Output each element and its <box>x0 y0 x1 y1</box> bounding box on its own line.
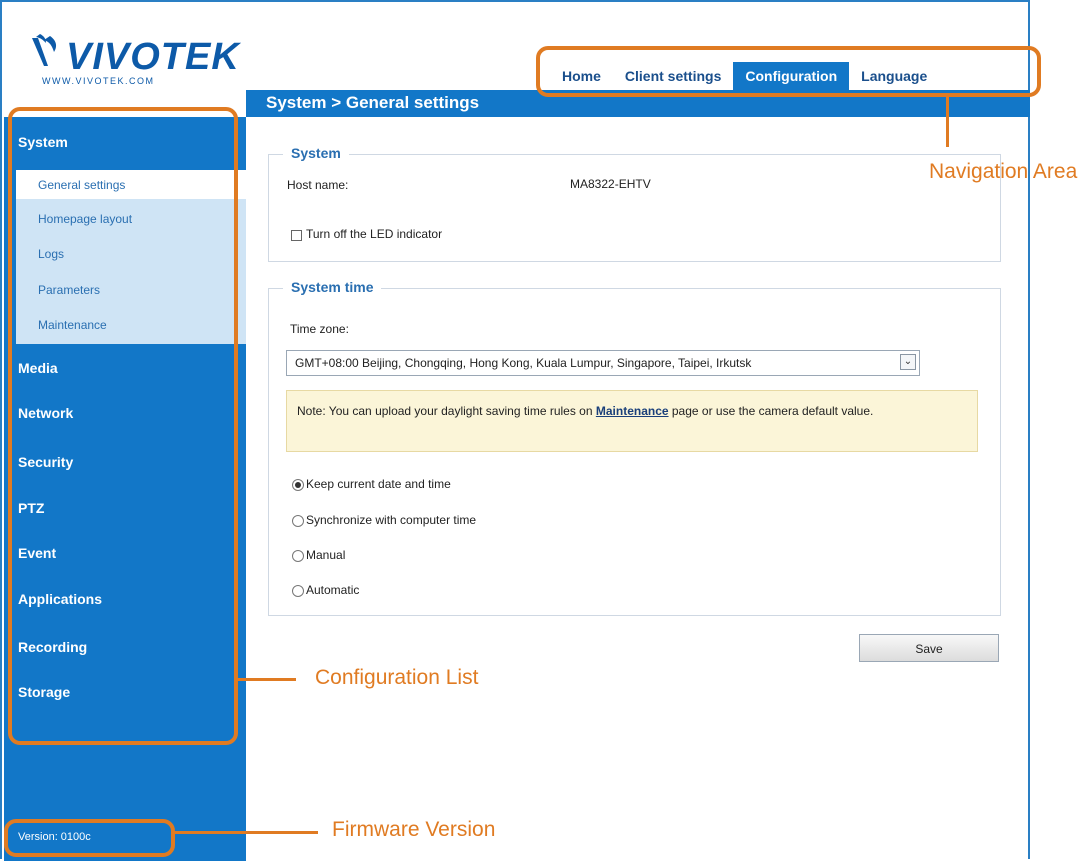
option-manual-label: Manual <box>306 548 346 562</box>
firmware-version-callout-line <box>175 831 318 834</box>
led-label: Turn off the LED indicator <box>306 227 443 241</box>
configuration-list-callout-box <box>8 107 238 745</box>
navigation-area-callout-box <box>536 46 1041 97</box>
time-zone-select[interactable]: GMT+08:00 Beijing, Chongqing, Hong Kong,… <box>286 350 920 376</box>
host-name-label: Host name: <box>287 178 349 192</box>
vivotek-logo: VIVOTEK WWW.VIVOTEK.COM <box>30 30 239 86</box>
navigation-area-callout-line <box>946 97 949 147</box>
radio-sync-computer[interactable] <box>292 515 304 527</box>
dst-note-text: Note: You can upload your daylight savin… <box>297 401 957 422</box>
save-button[interactable]: Save <box>859 634 999 662</box>
option-sync-computer-label: Synchronize with computer time <box>306 513 477 527</box>
breadcrumb: System > General settings <box>266 93 480 112</box>
time-zone-label: Time zone: <box>290 322 349 336</box>
logo-wordmark: VIVOTEK <box>66 36 240 78</box>
dst-note: Note: You can upload your daylight savin… <box>286 390 978 452</box>
system-time-fieldset: System time <box>268 279 1001 616</box>
maintenance-link[interactable]: Maintenance <box>596 404 669 418</box>
system-time-legend: System time <box>283 279 382 295</box>
radio-keep-current[interactable] <box>292 479 304 491</box>
dst-note-prefix: Note: You can upload your daylight savin… <box>297 404 596 418</box>
host-name-input[interactable] <box>562 175 732 193</box>
chevron-down-icon[interactable]: ⌄ <box>900 354 916 370</box>
time-zone-value: GMT+08:00 Beijing, Chongqing, Hong Kong,… <box>295 356 752 370</box>
led-checkbox[interactable] <box>291 230 302 241</box>
navigation-area-label: Navigation Area <box>929 160 1078 183</box>
dst-note-suffix: page or use the camera default value. <box>668 404 874 418</box>
radio-manual[interactable] <box>292 550 304 562</box>
option-keep-current-label: Keep current date and time <box>306 477 451 491</box>
firmware-version-label: Firmware Version <box>332 818 496 841</box>
system-fieldset: System <box>268 145 1001 262</box>
configuration-list-label: Configuration List <box>315 666 479 689</box>
radio-automatic[interactable] <box>292 585 304 597</box>
logo-url: WWW.VIVOTEK.COM <box>42 76 155 86</box>
system-legend: System <box>283 145 349 161</box>
firmware-version-callout-box <box>4 819 175 857</box>
option-automatic-label: Automatic <box>306 583 360 597</box>
logo-mark-icon <box>32 34 57 66</box>
configuration-list-callout-line <box>238 678 296 681</box>
